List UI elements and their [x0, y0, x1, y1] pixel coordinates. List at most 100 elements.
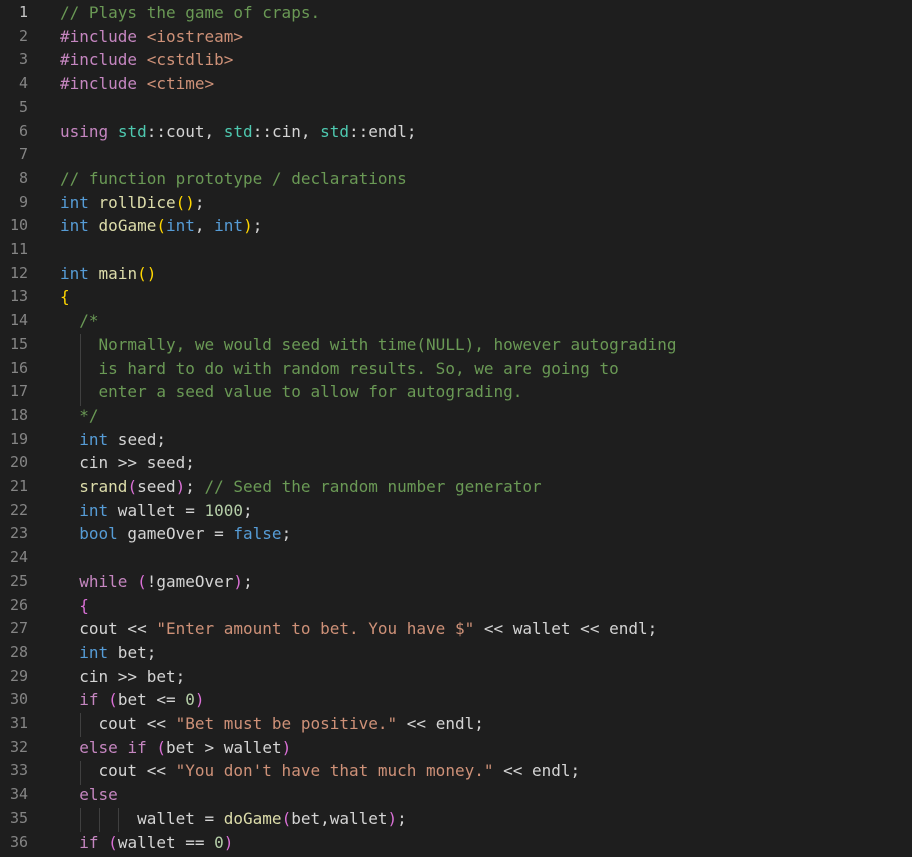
line-number: 32	[9, 737, 28, 756]
code-token: ::endl;	[349, 121, 417, 141]
code-token: if	[79, 832, 99, 852]
code-token: doGame	[223, 808, 282, 828]
code-line[interactable]: 17 enter a seed value to allow for autog…	[0, 380, 912, 404]
code-line[interactable]: 13 {	[0, 285, 912, 309]
code-token: else	[79, 785, 118, 805]
code-line[interactable]: 5	[0, 96, 912, 120]
code-line[interactable]: 36 if (wallet == 0)	[0, 831, 912, 855]
code-token: "Bet must be positive."	[175, 714, 398, 733]
code-line[interactable]: 24	[0, 546, 912, 570]
code-line[interactable]: 23 bool gameOver = false;	[0, 522, 912, 546]
code-token: )	[175, 477, 186, 496]
line-number: 11	[9, 240, 28, 258]
code-line[interactable]: 31 cout << "Bet must be positive." << en…	[0, 712, 912, 736]
code-line[interactable]: 15 Normally, we would seed with time(NUL…	[0, 333, 912, 357]
code-line[interactable]: 8 // function prototype / declarations	[0, 167, 912, 191]
line-number: 29	[9, 666, 28, 685]
code-line[interactable]: 10 int doGame(int, int);	[0, 214, 912, 238]
code-line[interactable]: 27 cout << "Enter amount to bet. You hav…	[0, 617, 912, 641]
code-line[interactable]: 12 int main()	[0, 262, 912, 286]
code-line[interactable]: 34 else	[0, 783, 912, 807]
code-line[interactable]: 35 wallet = doGame(bet,wallet);	[0, 807, 912, 831]
code-token: cout <<	[60, 714, 176, 733]
code-token: ;	[397, 808, 407, 828]
code-line[interactable]: 21 srand(seed); // Seed the random numbe…	[0, 475, 912, 499]
code-token: bet,wallet	[291, 808, 388, 828]
code-token: int	[60, 263, 89, 283]
code-line[interactable]: 7	[0, 143, 912, 167]
code-token: )	[281, 737, 292, 757]
indent-guide	[118, 808, 119, 832]
code-line[interactable]: 19 int seed;	[0, 428, 912, 452]
code-token: (	[108, 832, 118, 852]
code-text: bool gameOver = false;	[60, 522, 291, 546]
code-line[interactable]: 33 cout << "You don't have that much mon…	[0, 759, 912, 783]
line-number: 17	[9, 382, 28, 401]
code-token: int	[79, 500, 109, 520]
code-line[interactable]: 2 #include <iostream>	[0, 25, 912, 49]
line-number: 16	[9, 358, 28, 377]
code-line[interactable]: 30 if (bet <= 0)	[0, 688, 912, 712]
line-number: 13	[9, 287, 28, 306]
code-line[interactable]: 14 /*	[0, 309, 912, 333]
code-token: wallet ==	[117, 832, 215, 852]
code-text: int wallet = 1000;	[60, 499, 253, 523]
code-line[interactable]: 9 int rollDice();	[0, 191, 912, 215]
code-token: cout <<	[60, 619, 157, 639]
code-line[interactable]: 4 #include <ctime>	[0, 72, 912, 96]
code-token: wallet =	[108, 500, 205, 520]
code-token: int	[214, 216, 244, 236]
code-token: <iostream>	[146, 26, 244, 46]
line-number: 8	[18, 168, 28, 187]
code-token: // Plays the game of craps.	[60, 3, 321, 22]
code-token: ;	[243, 500, 253, 520]
code-line[interactable]: 28 int bet;	[0, 641, 912, 665]
line-number: 25	[9, 571, 28, 590]
line-number: 26	[9, 595, 28, 614]
code-token: ()	[137, 263, 157, 283]
code-line[interactable]: 18 */	[0, 404, 912, 428]
code-line[interactable]: 20 cin >> seed;	[0, 451, 912, 475]
code-line[interactable]: 29 cin >> bet;	[0, 665, 912, 689]
code-text: int seed;	[60, 428, 166, 452]
code-line[interactable]: 3 #include <cstdlib>	[0, 48, 912, 72]
code-line[interactable]: 32 else if (bet > wallet)	[0, 736, 912, 760]
code-line[interactable]: 1 // Plays the game of craps.	[0, 1, 912, 25]
code-token: is hard to do with random results. So, w…	[98, 358, 619, 378]
code-editor[interactable]: 1 // Plays the game of craps. 2 #include <i…	[0, 0, 912, 857]
code-line[interactable]: 16 is hard to do with random results. So…	[0, 357, 912, 381]
code-token: {	[79, 595, 89, 615]
code-text: Normally, we would seed with time(NULL),…	[60, 333, 677, 357]
line-number: 24	[9, 548, 28, 567]
line-number: 20	[9, 453, 28, 472]
code-line[interactable]: 11	[0, 238, 912, 262]
code-token: (	[108, 690, 118, 710]
code-token: int	[60, 216, 89, 236]
code-token: )	[243, 216, 253, 236]
code-text: while (!gameOver);	[60, 570, 252, 594]
code-line[interactable]: 6 using std::cout, std::cin, std::endl;	[0, 120, 912, 144]
code-token: std	[117, 121, 147, 141]
code-token: gameOver =	[117, 524, 234, 544]
code-line[interactable]: 26 {	[0, 594, 912, 618]
code-token: if	[127, 737, 147, 757]
code-token: #include	[60, 74, 138, 94]
code-token: ()	[175, 192, 195, 212]
line-number: 2	[18, 26, 28, 45]
line-number: 7	[18, 145, 28, 164]
code-token: int	[165, 216, 195, 236]
code-line[interactable]: 25 while (!gameOver);	[0, 570, 912, 594]
line-number: 4	[18, 74, 28, 93]
code-line[interactable]: 22 int wallet = 1000;	[0, 499, 912, 523]
